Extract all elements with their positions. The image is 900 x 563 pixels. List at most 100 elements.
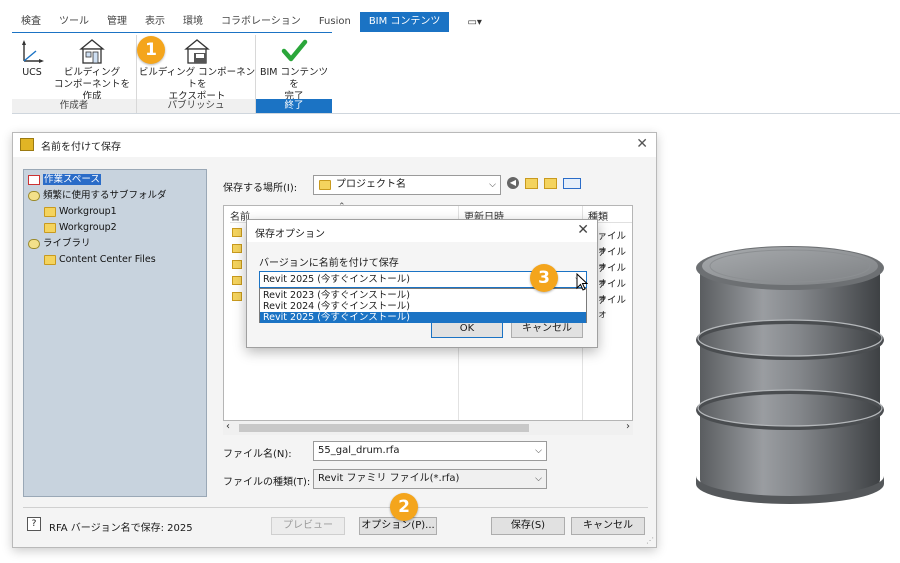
libraries-icon bbox=[28, 238, 40, 249]
folder-icon bbox=[232, 260, 242, 269]
tree-item-frequent-subfolders[interactable]: 頻繁に使用するサブフォルダ bbox=[28, 188, 167, 203]
version-option-2024[interactable]: Revit 2024 (今すぐインストール) bbox=[260, 301, 586, 312]
callout-3: 3 bbox=[530, 264, 558, 292]
scrollbar-thumb[interactable] bbox=[239, 424, 529, 432]
tree-item-libraries[interactable]: ライブラリ bbox=[28, 236, 91, 251]
sort-arrow-icon: ⌃ bbox=[338, 202, 346, 212]
tab-fusion[interactable]: Fusion bbox=[310, 12, 360, 32]
save-dialog-title: 名前を付けて保存 bbox=[41, 142, 121, 153]
tree-item-label: 頻繁に使用するサブフォルダ bbox=[43, 190, 167, 201]
filetype-select[interactable]: Revit ファミリ ファイル(*.rfa) ⌵ bbox=[313, 469, 547, 489]
tab-inspect[interactable]: 検査 bbox=[12, 12, 50, 32]
tree-item-label: Workgroup2 bbox=[59, 222, 117, 233]
panel-label-finish: 終了 bbox=[256, 99, 332, 113]
tree-item-label: Workgroup1 bbox=[59, 206, 117, 217]
tab-collaboration[interactable]: コラボレーション bbox=[212, 12, 310, 32]
folder-icon bbox=[319, 180, 331, 190]
create-label-line1: ビルディング bbox=[63, 67, 121, 78]
ribbon-panels: UCS ビルディング コンポーネントを作成 ビルディング コンポーネントを エク… bbox=[12, 32, 332, 114]
ribbon-extra-dropdown[interactable]: ▭▾ bbox=[467, 17, 481, 28]
scroll-right-icon[interactable]: › bbox=[626, 421, 630, 432]
ribbon-bottom-border bbox=[12, 113, 900, 114]
folder-icon bbox=[232, 292, 242, 301]
filename-label: ファイル名(N): bbox=[223, 449, 292, 460]
filetype-label: ファイルの種類(T): bbox=[223, 477, 311, 488]
filename-input[interactable]: 55_gal_drum.rfa ⌵ bbox=[313, 441, 547, 461]
folder-icon bbox=[232, 228, 242, 237]
folder-icon bbox=[232, 276, 242, 285]
finish-bim-content-button[interactable]: BIM コンテンツ を 完了 bbox=[256, 37, 332, 103]
new-folder-icon[interactable] bbox=[544, 177, 557, 189]
folder-icon bbox=[44, 206, 56, 217]
folder-icon bbox=[232, 244, 242, 253]
navigation-toolbar: ◀ bbox=[507, 177, 581, 189]
mouse-cursor-icon bbox=[576, 273, 588, 291]
version-option-2025[interactable]: Revit 2025 (今すぐインストール) bbox=[260, 312, 586, 323]
cancel-button[interactable]: キャンセル bbox=[571, 517, 645, 535]
screen: 検査 ツール 管理 表示 環境 コラボレーション Fusion BIM コンテン… bbox=[0, 0, 900, 563]
options-dialog-title: 保存オプション bbox=[255, 229, 325, 240]
export-component-icon bbox=[184, 39, 210, 64]
building-component-icon bbox=[79, 39, 105, 64]
filetype-value: Revit ファミリ ファイル(*.rfa) bbox=[318, 473, 460, 484]
horizontal-scrollbar[interactable]: ‹ › bbox=[223, 421, 633, 435]
tree-item-label: 作業スペース bbox=[43, 174, 101, 185]
options-dialog-titlebar: 保存オプション ✕ bbox=[247, 220, 597, 242]
chevron-down-icon: ⌵ bbox=[535, 446, 542, 456]
finish-label-line1: BIM コンテンツ を bbox=[259, 67, 329, 90]
tree-item-label: Content Center Files bbox=[59, 254, 156, 265]
workspace-icon bbox=[28, 174, 40, 185]
frequent-folders-icon bbox=[28, 190, 40, 201]
save-location-value: プロジェクト名 bbox=[336, 179, 406, 190]
version-dropdown-list: Revit 2023 (今すぐインストール) Revit 2024 (今すぐイン… bbox=[259, 288, 587, 323]
tree-item-workspace[interactable]: 作業スペース bbox=[28, 172, 101, 187]
version-option-2023[interactable]: Revit 2023 (今すぐインストール) bbox=[260, 290, 586, 301]
back-icon[interactable]: ◀ bbox=[507, 177, 519, 189]
panel-label-publish: パブリッシュ bbox=[137, 99, 255, 113]
close-icon[interactable]: ✕ bbox=[577, 222, 589, 238]
tab-view[interactable]: 表示 bbox=[136, 12, 174, 32]
chevron-down-icon: ⌵ bbox=[489, 180, 496, 190]
help-icon[interactable]: ? bbox=[27, 517, 41, 531]
ucs-icon bbox=[22, 40, 44, 63]
chevron-down-icon: ⌵ bbox=[535, 474, 542, 484]
resize-grip-icon[interactable]: ⋰ bbox=[646, 536, 654, 545]
tree-item-workgroup2[interactable]: Workgroup2 bbox=[44, 220, 117, 235]
version-status-text: RFA バージョン名で保存: 2025 bbox=[49, 523, 193, 534]
save-location-label: 保存する場所(I): bbox=[223, 183, 298, 194]
folder-icon bbox=[44, 222, 56, 233]
ucs-button[interactable]: UCS bbox=[12, 37, 52, 79]
oil-drum-render bbox=[696, 246, 884, 504]
checkmark-icon bbox=[281, 39, 308, 62]
inventor-app-icon bbox=[20, 138, 34, 151]
ribbon: 検査 ツール 管理 表示 環境 コラボレーション Fusion BIM コンテン… bbox=[0, 0, 900, 116]
ribbon-tabbar: 検査 ツール 管理 表示 環境 コラボレーション Fusion BIM コンテン… bbox=[0, 12, 482, 32]
tab-environment[interactable]: 環境 bbox=[174, 12, 212, 32]
save-location-select[interactable]: プロジェクト名 ⌵ bbox=[313, 175, 501, 195]
export-label-line1: ビルディング コンポーネントを bbox=[138, 67, 256, 90]
up-folder-icon[interactable] bbox=[525, 177, 538, 189]
tab-tools[interactable]: ツール bbox=[50, 12, 98, 32]
folder-icon bbox=[44, 254, 56, 265]
project-tree: 作業スペース 頻繁に使用するサブフォルダ Workgroup1 Workgrou… bbox=[23, 169, 207, 497]
save-dialog-titlebar: 名前を付けて保存 ✕ bbox=[13, 133, 656, 157]
dialog-footer-divider bbox=[23, 507, 648, 508]
version-label: バージョンに名前を付けて保存 bbox=[259, 258, 399, 269]
callout-1: 1 bbox=[137, 36, 165, 64]
tab-bim-content[interactable]: BIM コンテンツ bbox=[359, 12, 450, 32]
preview-button[interactable]: プレビュー bbox=[271, 517, 345, 535]
tab-manage[interactable]: 管理 bbox=[98, 12, 136, 32]
save-button[interactable]: 保存(S) bbox=[491, 517, 565, 535]
tree-item-workgroup1[interactable]: Workgroup1 bbox=[44, 204, 117, 219]
view-menu-icon[interactable] bbox=[563, 177, 581, 189]
close-icon[interactable]: ✕ bbox=[636, 136, 648, 152]
panel-label-author: 作成者 bbox=[12, 99, 136, 113]
tree-item-content-center[interactable]: Content Center Files bbox=[44, 252, 156, 267]
tree-item-label: ライブラリ bbox=[43, 238, 91, 249]
version-selected-value: Revit 2025 (今すぐインストール) bbox=[263, 274, 410, 285]
create-building-component-button[interactable]: ビルディング コンポーネントを作成 bbox=[50, 37, 134, 103]
callout-2: 2 bbox=[390, 493, 418, 521]
ucs-label: UCS bbox=[22, 67, 42, 78]
filename-value: 55_gal_drum.rfa bbox=[318, 445, 400, 456]
scroll-left-icon[interactable]: ‹ bbox=[226, 421, 230, 432]
